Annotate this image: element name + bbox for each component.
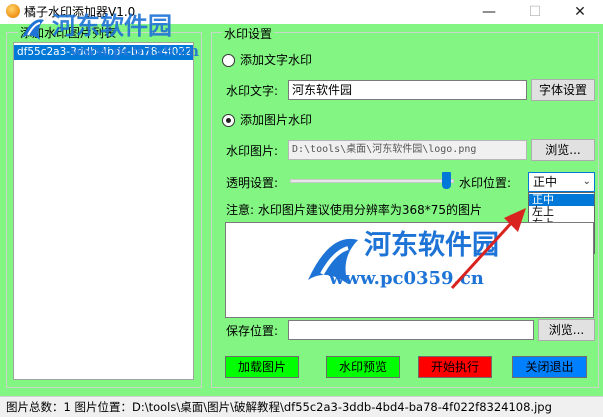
image-watermark-radio-label[interactable]: 添加图片水印 xyxy=(240,112,312,128)
watermark-text-label: 水印文字: xyxy=(226,84,279,98)
maximize-button[interactable]: ☐ xyxy=(512,0,558,24)
font-settings-button[interactable]: 字体设置 xyxy=(531,79,595,101)
save-location-input[interactable] xyxy=(288,320,534,340)
text-watermark-radio-label[interactable]: 添加文字水印 xyxy=(240,52,312,68)
red-arrow-icon xyxy=(444,204,534,294)
watermark-text-input[interactable]: 河东软件园 xyxy=(288,80,527,100)
close-button[interactable]: ✕ xyxy=(557,0,603,24)
text-watermark-radio[interactable] xyxy=(222,54,235,67)
watermark-image-path: D:\tools\桌面\河东软件园\logo.png xyxy=(288,140,527,160)
save-location-label: 保存位置: xyxy=(226,324,279,338)
watermark-settings-legend: 水印设置 xyxy=(222,27,275,41)
position-select[interactable]: 正中 ⌄ xyxy=(528,172,595,192)
image-listbox[interactable]: df55c2a3-3ddb-4bd4-ba78-4f022 xyxy=(13,42,194,380)
status-text: 图片总数：1 图片位置：D:\tools\桌面\图片\破解教程\df55c2a3… xyxy=(6,400,552,414)
position-select-value: 正中 xyxy=(533,175,558,189)
load-images-button[interactable]: 加载图片 xyxy=(225,356,299,378)
opacity-label: 透明设置: xyxy=(226,176,279,190)
save-browse-button[interactable]: 浏览... xyxy=(538,319,595,341)
exit-button[interactable]: 关闭退出 xyxy=(512,356,587,378)
watermark-image-label: 水印图片: xyxy=(226,144,279,158)
opacity-slider-thumb[interactable] xyxy=(441,172,451,189)
chevron-down-icon: ⌄ xyxy=(582,176,591,187)
position-label: 水印位置: xyxy=(459,176,512,190)
image-browse-button[interactable]: 浏览... xyxy=(531,139,595,161)
watermark-url-top: www.pc0359.cn xyxy=(70,42,200,60)
minimize-button[interactable]: — xyxy=(466,0,512,24)
site-logo-icon xyxy=(18,14,46,44)
preview-watermark-button[interactable]: 水印预览 xyxy=(326,356,400,378)
image-watermark-radio[interactable] xyxy=(222,114,235,127)
start-button[interactable]: 开始执行 xyxy=(418,356,492,378)
watermark-brand-top: 河东软件园 xyxy=(52,12,172,40)
opacity-slider-track[interactable] xyxy=(290,179,454,183)
